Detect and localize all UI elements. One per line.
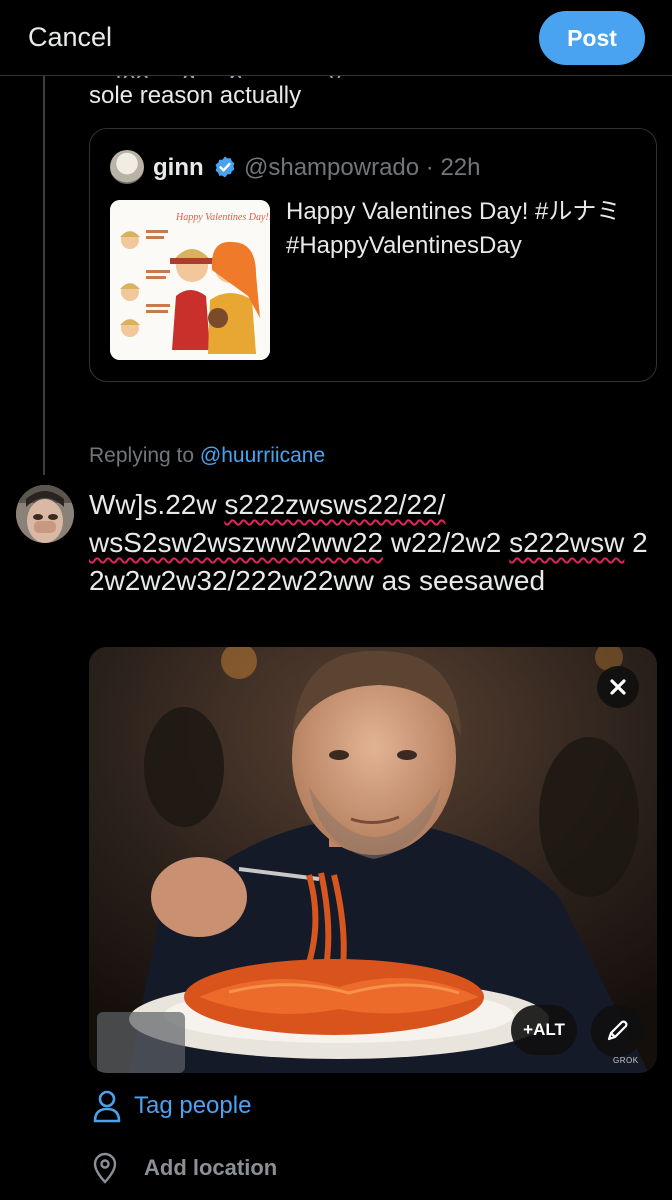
add-location-label: Add location bbox=[144, 1155, 278, 1180]
compose-text-segment: w22/2w2 bbox=[383, 527, 510, 558]
post-button[interactable]: Post bbox=[539, 11, 645, 65]
add-location-button[interactable]: Add location bbox=[92, 1150, 277, 1186]
quoted-image-caption: Happy Valentines Day!! bbox=[175, 212, 270, 223]
verified-badge-icon bbox=[215, 156, 235, 178]
quoted-author-name[interactable]: ginn bbox=[153, 154, 204, 182]
misspelled-word: s222wsw bbox=[509, 527, 625, 558]
quoted-post-card[interactable]: ginn @shampowrado · 22h Happy Valentines… bbox=[89, 128, 657, 382]
compose-header: Cancel Post bbox=[0, 0, 672, 76]
location-pin-icon bbox=[93, 1152, 117, 1184]
replying-to-handle[interactable]: @huurriicane bbox=[200, 444, 325, 467]
misspelled-word: s222zwsws22/22/ bbox=[224, 489, 446, 520]
attached-image[interactable]: +ALT GROK bbox=[89, 647, 657, 1073]
replying-to-prefix: Replying to bbox=[89, 444, 200, 467]
quoted-author-avatar[interactable] bbox=[110, 150, 144, 184]
quoted-handle-timestamp: @shampowrado · 22h bbox=[244, 154, 481, 181]
cancel-button[interactable]: Cancel bbox=[28, 22, 112, 53]
add-alt-text-button[interactable]: +ALT bbox=[511, 1005, 577, 1055]
quoted-post-image[interactable]: Happy Valentines Day!! bbox=[110, 200, 270, 360]
compose-text[interactable]: Ww]s.22w s222zwsws22/22/ wsS2sw2wszww2ww… bbox=[89, 486, 649, 600]
tag-people-button[interactable]: Tag people bbox=[92, 1088, 251, 1124]
thread-connector-line bbox=[43, 60, 45, 475]
replying-to-line: Replying to @huurriicane bbox=[89, 444, 325, 468]
compose-text-segment: Ww]s.22w bbox=[89, 489, 225, 520]
user-avatar[interactable] bbox=[16, 485, 74, 543]
misspelled-word: wsS2sw2wszww2ww22 bbox=[89, 527, 384, 558]
attached-image-photo bbox=[89, 647, 657, 1073]
person-icon bbox=[93, 1090, 121, 1123]
remove-image-button[interactable] bbox=[597, 666, 639, 708]
close-icon bbox=[610, 679, 626, 695]
quoted-post-text: Happy Valentines Day! #ルナミ #HappyValenti… bbox=[286, 198, 621, 259]
edit-image-button[interactable] bbox=[591, 1005, 643, 1057]
pencil-icon bbox=[607, 1020, 628, 1041]
previous-post-last-line: sole reason actually bbox=[89, 82, 302, 109]
image-watermark: GROK bbox=[613, 1056, 639, 1065]
tag-people-label: Tag people bbox=[134, 1092, 252, 1119]
